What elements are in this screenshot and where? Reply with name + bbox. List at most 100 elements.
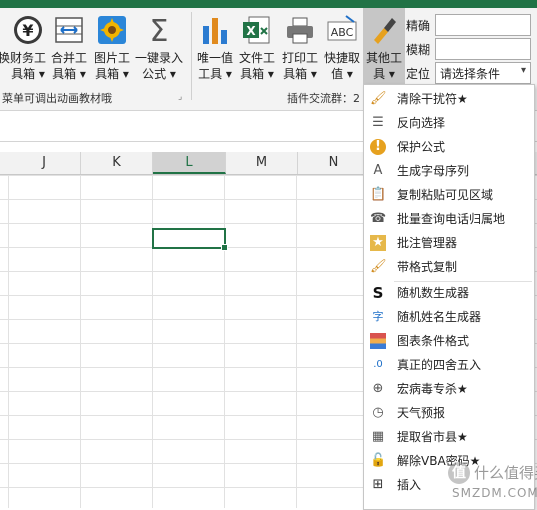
menu-item-copy-visible[interactable]: 📋 复制粘贴可见区域 — [364, 183, 534, 207]
menu-item-label: 宏病毒专杀★ — [397, 382, 468, 396]
group-label-2: 插件交流群：2 — [287, 92, 360, 105]
eraser-brush-icon: 🖌 — [370, 91, 387, 106]
formula-entry-button[interactable]: Σ 一键录入 公式 ▾ — [134, 8, 184, 90]
brush-icon — [374, 18, 396, 44]
menu-item-clear-interference[interactable]: 🖌 清除干扰符★ — [364, 87, 534, 111]
merge-toolbox-button[interactable]: 合并工 具箱 ▾ — [50, 8, 88, 90]
format-painter-icon: 🖌 — [370, 259, 387, 274]
menu-item-label: 随机姓名生成器 — [397, 310, 482, 324]
column-header-k[interactable]: K — [81, 152, 153, 174]
watermark-logo-icon: 值 — [448, 462, 470, 484]
menu-item-label: 随机数生成器 — [397, 286, 470, 300]
print-toolbox-button[interactable]: 打印工 具箱 ▾ — [279, 8, 321, 90]
menu-item-comment-manager[interactable]: ★ 批注管理器 — [364, 231, 534, 255]
bar-chart-icon — [203, 18, 227, 44]
menu-item-label: 批量查询电话归属地 — [397, 212, 506, 226]
quick-value-button[interactable]: ABC 快捷取 值 ▾ — [322, 8, 362, 90]
column-header-m[interactable]: M — [226, 152, 298, 174]
fuzzy-label: 模糊 — [406, 43, 431, 57]
merge-cells-icon — [55, 17, 83, 43]
menu-item-phone-lookup[interactable]: ☎ 批量查询电话归属地 — [364, 207, 534, 231]
menu-item-label: 带格式复制 — [397, 260, 458, 274]
file-toolbox-button[interactable]: X 文件工 具箱 ▾ — [237, 8, 277, 90]
svg-text:Σ: Σ — [150, 14, 169, 46]
merge-toolbox-label: 合并工 具箱 ▾ — [50, 51, 87, 81]
phone-icon: ☎ — [370, 211, 387, 226]
finance-toolbox-button[interactable]: ¥ 财务工 具箱 ▾ — [10, 8, 46, 90]
precise-input[interactable] — [435, 14, 531, 36]
svg-text:X: X — [246, 24, 256, 38]
menu-item-letter-sequence[interactable]: A 生成字母序列 — [364, 159, 534, 183]
watermark: 值 什么值得买 SMZDM.COM — [448, 458, 537, 506]
watermark-text-2: SMZDM.COM — [452, 486, 537, 500]
menu-item-random-number[interactable]: S 随机数生成器 — [364, 281, 534, 305]
lock-icon: 🔓 — [370, 453, 387, 468]
comment-star-icon: ★ — [370, 235, 386, 251]
rounding-icon: .0 — [373, 359, 383, 370]
menu-item-label: 提取省市县★ — [397, 430, 468, 444]
quick-value-label: 快捷取 值 ▾ — [323, 51, 360, 81]
menu-item-label: 真正的四舍五入 — [397, 358, 482, 372]
fuzzy-input[interactable] — [435, 38, 531, 60]
precise-label: 精确 — [406, 19, 431, 33]
other-tools-label: 其他工 具 ▾ — [365, 51, 402, 81]
menu-item-random-name[interactable]: 字 随机姓名生成器 — [364, 305, 534, 329]
menu-item-label: 清除干扰符★ — [397, 92, 468, 106]
menu-item-protect-formula[interactable]: ! 保护公式 — [364, 135, 534, 159]
abc-icon: ABC — [327, 15, 357, 41]
ribbon-button-0[interactable]: 换 — [0, 8, 10, 90]
picture-toolbox-button[interactable]: 图片工 具箱 ▾ — [92, 8, 132, 90]
menu-item-label: 复制粘贴可见区域 — [397, 188, 494, 202]
insert-icon: ⊞ — [372, 477, 384, 492]
menu-item-format-copy[interactable]: 🖌 带格式复制 — [364, 255, 534, 279]
svg-text:ABC: ABC — [331, 26, 354, 39]
column-header-n[interactable]: N — [298, 152, 370, 174]
menu-item-true-rounding[interactable]: .0 真正的四舍五入 — [364, 353, 534, 377]
selected-cell[interactable] — [152, 228, 228, 251]
menu-item-reverse-select[interactable]: ☰ 反向选择 — [364, 111, 534, 135]
picture-toolbox-label: 图片工 具箱 ▾ — [93, 51, 130, 81]
sigma-icon: Σ — [150, 14, 169, 46]
dollar-s-icon: S — [372, 284, 384, 302]
menu-item-label: 批注管理器 — [397, 236, 458, 250]
ribbon-separator — [191, 12, 192, 100]
other-tools-button[interactable]: 其他工 具 ▾ — [363, 8, 405, 90]
building-icon: ▦ — [371, 429, 385, 444]
other-tools-dropdown-menu: 🖌 清除干扰符★ ☰ 反向选择 ! 保护公式 A 生成字母序列 📋 复制粘贴可见… — [363, 84, 535, 510]
finance-toolbox-label: 财务工 具箱 ▾ — [10, 51, 47, 81]
file-toolbox-label: 文件工 具箱 ▾ — [238, 51, 275, 81]
chevron-down-icon: ▾ — [520, 65, 526, 76]
title-bar — [0, 0, 537, 8]
locate-label: 定位 — [406, 67, 431, 81]
column-header-l[interactable]: L — [153, 152, 226, 174]
yen-icon: ¥ — [14, 16, 42, 44]
color-bars-icon — [370, 333, 386, 349]
printer-icon — [287, 17, 313, 44]
column-header-j[interactable]: J — [8, 152, 81, 174]
print-toolbox-label: 打印工 具箱 ▾ — [281, 51, 318, 81]
menu-item-label: 反向选择 — [397, 116, 446, 130]
picture-icon — [98, 16, 126, 44]
clipboard-icon: 📋 — [370, 187, 387, 202]
menu-item-weather[interactable]: ◷ 天气预报 — [364, 401, 534, 425]
group-label-1: 菜单可调出动画教材哦 — [2, 92, 112, 105]
menu-item-extract-province[interactable]: ▦ 提取省市县★ — [364, 425, 534, 449]
menu-item-macro-virus-kill[interactable]: ⊕ 宏病毒专杀★ — [364, 377, 534, 401]
checklist-icon: ☰ — [372, 115, 384, 130]
warning-icon: ! — [370, 139, 386, 155]
formula-entry-label: 一键录入 公式 ▾ — [134, 51, 183, 81]
excel-file-icon: X — [243, 16, 270, 44]
name-check-icon: 字 — [372, 310, 384, 323]
menu-item-chart-conditional-format[interactable]: 图表条件格式 — [364, 329, 534, 353]
locate-select-value: 请选择条件 — [440, 67, 501, 81]
menu-item-label: 天气预报 — [397, 406, 446, 420]
locate-select[interactable]: 请选择条件 ▾ — [435, 62, 531, 84]
menu-item-label: 生成字母序列 — [397, 164, 470, 178]
menu-item-label: 插入 — [397, 478, 422, 492]
weather-clock-icon: ◷ — [372, 405, 384, 420]
unique-value-tool-label: 唯一值 工具 ▾ — [196, 51, 233, 81]
ribbon-button-0-label: 换 — [0, 51, 10, 65]
globe-shield-icon: ⊕ — [372, 381, 384, 396]
dialog-launcher-icon[interactable]: ⌟ — [178, 92, 182, 102]
unique-value-tool-button[interactable]: 唯一值 工具 ▾ — [195, 8, 235, 90]
